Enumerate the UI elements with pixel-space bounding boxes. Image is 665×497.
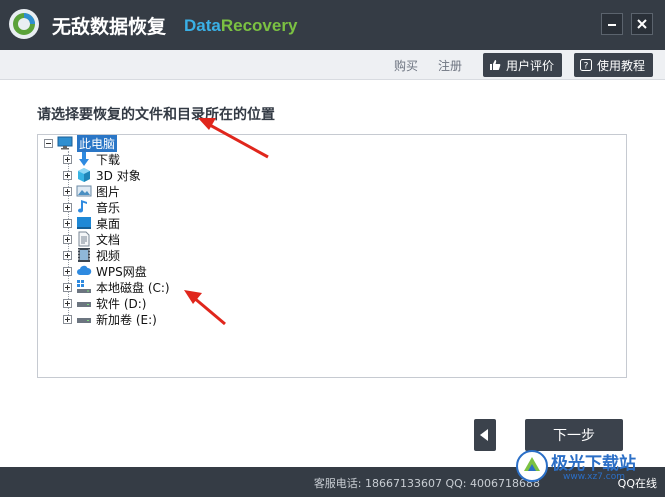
desktop-icon	[76, 215, 92, 231]
tree-item-label: 新加卷 (E:)	[96, 312, 157, 327]
expand-toggle[interactable]	[63, 266, 72, 276]
system-drive-icon	[76, 279, 92, 295]
pictures-icon	[76, 183, 92, 199]
computer-icon	[57, 135, 73, 151]
minimize-button[interactable]	[601, 13, 623, 35]
tree-item-label: 文档	[96, 232, 121, 247]
tree-item-music[interactable]: 音乐	[63, 199, 120, 215]
tree-item-documents[interactable]: 文档	[63, 231, 120, 247]
expand-toggle[interactable]	[63, 170, 72, 180]
buy-link[interactable]: 购买	[394, 57, 418, 74]
brand-name: DataRecovery	[184, 16, 297, 36]
back-arrow-icon	[480, 429, 488, 441]
back-button[interactable]	[474, 419, 496, 451]
tutorial-button[interactable]: ? 使用教程	[574, 53, 654, 77]
tree-item-drive-d[interactable]: 软件 (D:)	[63, 295, 146, 311]
tree-item-label: WPS网盘	[96, 264, 147, 279]
user-review-button[interactable]: 用户评价	[483, 53, 563, 77]
expand-toggle[interactable]	[63, 218, 72, 228]
download-arrow-icon	[76, 151, 92, 167]
tree-root-label: 此电脑	[77, 134, 118, 152]
expand-toggle[interactable]	[63, 154, 72, 164]
tree-item-wps-drive[interactable]: WPS网盘	[63, 263, 147, 279]
watermark: 极光下载站 www.xz7.com	[515, 447, 665, 493]
expand-toggle[interactable]	[63, 282, 72, 292]
menu-bar: 购买 注册 用户评价 ? 使用教程	[0, 50, 665, 80]
user-review-label: 用户评价	[506, 58, 555, 73]
tree-item-label: 音乐	[96, 200, 121, 215]
tree-item-drive-e[interactable]: 新加卷 (E:)	[63, 311, 157, 327]
tree-item-pictures[interactable]: 图片	[63, 183, 120, 199]
watermark-url: www.xz7.com	[563, 472, 625, 482]
drive-icon	[76, 295, 92, 311]
expand-toggle[interactable]	[63, 234, 72, 244]
tree-item-drive-c[interactable]: 本地磁盘 (C:)	[63, 279, 170, 295]
tree-item-label: 桌面	[96, 216, 121, 231]
music-note-icon	[76, 199, 92, 215]
watermark-logo-icon	[516, 450, 548, 482]
expand-toggle[interactable]	[63, 314, 72, 324]
tree-item-label: 视频	[96, 248, 121, 263]
close-icon	[637, 19, 647, 29]
watermark-text: 极光下载站	[551, 454, 636, 474]
tree-item-label: 图片	[96, 184, 121, 199]
drive-icon	[76, 311, 92, 327]
select-location-prompt: 请选择要恢复的文件和目录所在的位置	[37, 107, 275, 123]
video-icon	[76, 247, 92, 263]
collapse-toggle[interactable]	[44, 138, 53, 148]
register-link[interactable]: 注册	[438, 57, 462, 74]
title-bar: 无敌数据恢复 DataRecovery	[0, 0, 665, 50]
tree-item-desktop[interactable]: 桌面	[63, 215, 120, 231]
3d-cube-icon	[76, 167, 92, 183]
tutorial-label: 使用教程	[597, 58, 646, 73]
expand-toggle[interactable]	[63, 186, 72, 196]
cloud-icon	[76, 263, 92, 279]
expand-toggle[interactable]	[63, 298, 72, 308]
tree-root-this-pc[interactable]: 此电脑	[44, 134, 118, 152]
help-icon: ?	[580, 59, 592, 71]
brand-data: Data	[184, 16, 221, 35]
expand-toggle[interactable]	[63, 202, 72, 212]
brand-recovery: Recovery	[220, 16, 298, 35]
close-button[interactable]	[631, 13, 653, 35]
tree-item-videos[interactable]: 视频	[63, 247, 120, 263]
tree-item-label: 软件 (D:)	[96, 296, 147, 311]
tree-item-3d-objects[interactable]: 3D 对象	[63, 167, 141, 183]
tree-item-label: 下载	[96, 152, 121, 167]
tree-item-label: 3D 对象	[96, 168, 141, 183]
minimize-icon	[608, 24, 616, 26]
expand-toggle[interactable]	[63, 250, 72, 260]
support-hotline: 客服电话: 18667133607 QQ: 4006718688	[313, 477, 540, 490]
app-logo-icon	[9, 9, 39, 39]
thumbs-up-icon	[490, 60, 501, 70]
document-icon	[76, 231, 92, 247]
tree-item-label: 本地磁盘 (C:)	[96, 280, 170, 295]
app-title: 无敌数据恢复	[52, 16, 167, 38]
svg-text:?: ?	[584, 62, 589, 72]
tree-item-downloads[interactable]: 下载	[63, 151, 120, 167]
